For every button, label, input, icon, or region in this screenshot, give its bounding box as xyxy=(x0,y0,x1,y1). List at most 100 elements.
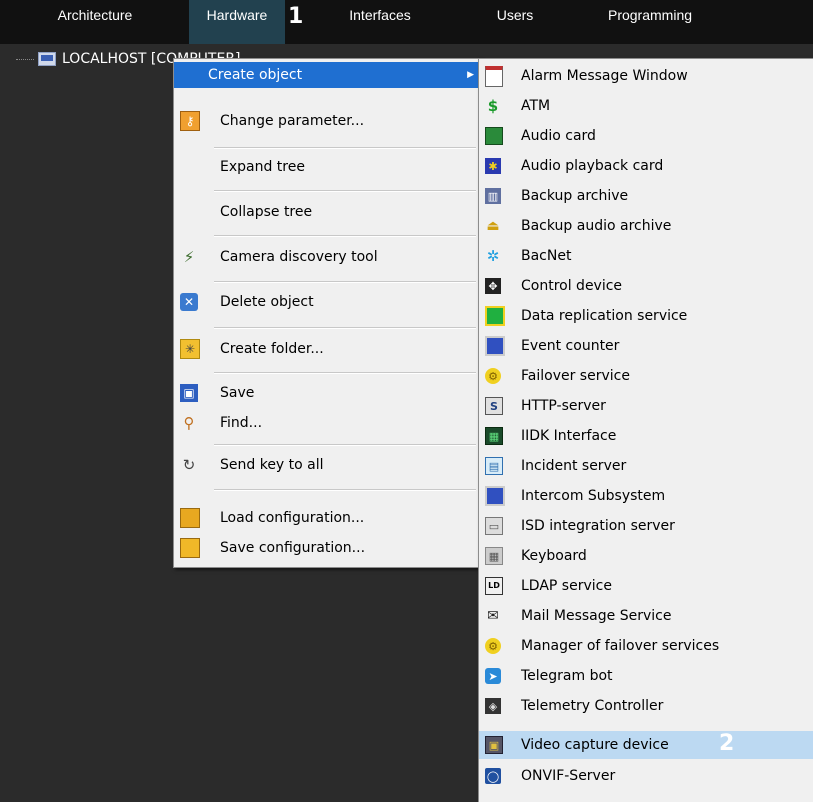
menu-separator xyxy=(214,235,476,237)
submenu-item-label: Mail Message Service xyxy=(521,608,672,624)
submenu-item-label: Audio playback card xyxy=(521,158,664,174)
submenu-item-failover-service[interactable]: ⚙ Failover service xyxy=(479,361,813,391)
submenu-item-keyboard[interactable]: ▦ Keyboard xyxy=(479,541,813,571)
submenu-item-label: Incident server xyxy=(521,458,627,474)
submenu-item-label: LDAP service xyxy=(521,578,612,594)
submenu-item-event-counter[interactable]: Event counter xyxy=(479,331,813,361)
menu-item-collapse-tree[interactable]: Collapse tree xyxy=(174,198,480,226)
magnifier-icon: ⚲ xyxy=(183,414,195,432)
menu-item-find[interactable]: ⚲ Find... xyxy=(174,409,480,437)
submenu-item-telegram-bot[interactable]: ➤ Telegram bot xyxy=(479,661,813,691)
keyboard-icon: ▦ xyxy=(485,547,503,565)
delete-icon: ✕ xyxy=(180,293,198,311)
menu-item-create-object[interactable]: Create object ▶ xyxy=(174,62,480,88)
submenu-item-iidk-interface[interactable]: ▦ IIDK Interface xyxy=(479,421,813,451)
alarm-window-icon xyxy=(485,65,503,87)
submenu-item-label: Audio card xyxy=(521,128,596,144)
folder-open-icon xyxy=(180,508,200,528)
context-menu: Create object ▶ ⚷ Change parameter... Ex… xyxy=(173,58,481,568)
submenu-item-label: Event counter xyxy=(521,338,620,354)
tab-users[interactable]: Users xyxy=(480,0,550,44)
http-server-icon: S xyxy=(485,397,503,415)
backup-archive-icon: ▥ xyxy=(485,188,501,204)
tab-interfaces[interactable]: Interfaces xyxy=(330,0,430,44)
mail-icon: ✉ xyxy=(487,608,499,624)
tab-hardware[interactable]: Hardware xyxy=(189,0,285,44)
menu-separator xyxy=(214,444,476,446)
menu-item-load-config[interactable]: Load configuration... xyxy=(174,504,480,532)
submenu-item-data-replication[interactable]: Data replication service xyxy=(479,301,813,331)
menu-item-save[interactable]: ▣ Save xyxy=(174,379,480,407)
submenu-item-audio-playback-card[interactable]: ✱ Audio playback card xyxy=(479,151,813,181)
step-marker-1: 1 xyxy=(288,4,304,29)
menu-separator xyxy=(214,281,476,283)
submenu-item-audio-card[interactable]: Audio card xyxy=(479,121,813,151)
tab-programming[interactable]: Programming xyxy=(590,0,710,44)
menu-item-label: Create folder... xyxy=(220,341,324,357)
failover-manager-icon: ⚙ xyxy=(485,638,501,654)
submenu-item-http-server[interactable]: S HTTP-server xyxy=(479,391,813,421)
create-object-submenu: Alarm Message Window $ ATM Audio card ✱ … xyxy=(478,58,813,802)
isd-icon: ▭ xyxy=(485,517,503,535)
submenu-item-failover-manager[interactable]: ⚙ Manager of failover services xyxy=(479,631,813,661)
replication-icon xyxy=(485,306,505,326)
menu-separator xyxy=(214,147,476,149)
menu-item-label: Collapse tree xyxy=(220,204,313,220)
submenu-item-onvif-server[interactable]: ◯ ONVIF-Server xyxy=(479,761,813,791)
submenu-item-mail-message-service[interactable]: ✉ Mail Message Service xyxy=(479,601,813,631)
incident-server-icon: ▤ xyxy=(485,457,503,475)
submenu-item-label: Alarm Message Window xyxy=(521,68,688,84)
submenu-item-telemetry-controller[interactable]: ◈ Telemetry Controller xyxy=(479,691,813,721)
submenu-item-isd-integration-server[interactable]: ▭ ISD integration server xyxy=(479,511,813,541)
submenu-item-label: Backup archive xyxy=(521,188,629,204)
menu-item-create-folder[interactable]: ✳ Create folder... xyxy=(174,335,480,363)
computer-icon xyxy=(38,52,56,66)
menu-item-label: Create object xyxy=(208,67,303,83)
menu-item-change-parameter[interactable]: ⚷ Change parameter... xyxy=(174,107,480,135)
submenu-item-incident-server[interactable]: ▤ Incident server xyxy=(479,451,813,481)
failover-icon: ⚙ xyxy=(485,368,501,384)
audio-card-icon xyxy=(485,127,503,145)
menu-item-label: Save xyxy=(220,385,255,401)
menu-separator xyxy=(214,327,476,329)
submenu-item-label: Control device xyxy=(521,278,623,294)
bacnet-icon: ✲ xyxy=(486,246,500,265)
submenu-item-label: ATM xyxy=(521,98,551,114)
new-folder-icon: ✳ xyxy=(180,339,200,359)
menu-item-delete-object[interactable]: ✕ Delete object xyxy=(174,288,480,316)
submenu-item-label: ONVIF-Server xyxy=(521,768,616,784)
submenu-item-label: Failover service xyxy=(521,368,630,384)
menu-item-label: Camera discovery tool xyxy=(220,249,378,265)
onvif-icon: ◯ xyxy=(485,768,501,784)
menu-item-save-config[interactable]: Save configuration... xyxy=(174,534,480,562)
menu-item-label: Delete object xyxy=(220,294,314,310)
submenu-item-intercom-subsystem[interactable]: Intercom Subsystem xyxy=(479,481,813,511)
menu-item-expand-tree[interactable]: Expand tree xyxy=(174,153,480,181)
menu-item-camera-discovery[interactable]: ⚡ Camera discovery tool xyxy=(174,243,480,271)
iidk-icon: ▦ xyxy=(485,427,503,445)
menu-item-label: Load configuration... xyxy=(220,510,365,526)
chip-icon: ▣ xyxy=(485,736,503,754)
menu-item-label: Save configuration... xyxy=(220,540,366,556)
telemetry-icon: ◈ xyxy=(485,698,501,714)
menu-separator xyxy=(214,372,476,374)
submenu-item-bacnet[interactable]: ✲ BacNet xyxy=(479,241,813,271)
submenu-item-backup-audio-archive[interactable]: ⏏ Backup audio archive xyxy=(479,211,813,241)
submenu-item-video-capture-device[interactable]: ▣ Video capture device 2 xyxy=(479,731,813,759)
submenu-item-label: BacNet xyxy=(521,248,572,264)
submenu-item-control-device[interactable]: ✥ Control device xyxy=(479,271,813,301)
menu-item-label: Find... xyxy=(220,415,263,431)
submenu-item-ldap-service[interactable]: LD LDAP service xyxy=(479,571,813,601)
menu-item-send-key[interactable]: ↻ Send key to all xyxy=(174,451,480,479)
menu-separator xyxy=(214,190,476,192)
menu-item-label: Send key to all xyxy=(220,457,324,473)
backup-audio-icon: ⏏ xyxy=(486,218,500,234)
tab-architecture[interactable]: Architecture xyxy=(40,0,150,44)
monitor-icon xyxy=(485,336,505,356)
menu-item-label: Change parameter... xyxy=(220,113,365,129)
submenu-item-alarm-message-window[interactable]: Alarm Message Window xyxy=(479,61,813,91)
submenu-item-label: Manager of failover services xyxy=(521,638,720,654)
submenu-item-backup-archive[interactable]: ▥ Backup archive xyxy=(479,181,813,211)
submenu-item-atm[interactable]: $ ATM xyxy=(479,91,813,121)
key-icon: ⚷ xyxy=(180,111,200,131)
